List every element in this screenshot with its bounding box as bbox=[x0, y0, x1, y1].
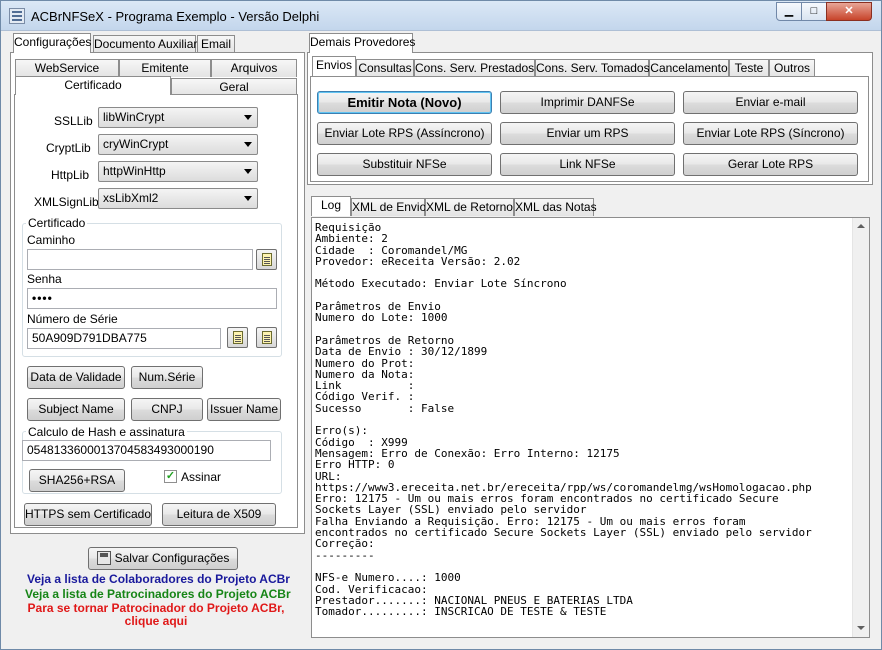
ssllib-select[interactable]: libWinCrypt bbox=[98, 107, 258, 128]
tab-webservice[interactable]: WebService bbox=[15, 59, 119, 77]
app-icon bbox=[9, 8, 25, 24]
tab-teste[interactable]: Teste bbox=[729, 59, 769, 77]
cnpj-button[interactable]: CNPJ bbox=[131, 398, 203, 421]
leitura-x509-button[interactable]: Leitura de X509 bbox=[162, 503, 276, 526]
log-text: Requisição Ambiente: 2 Cidade : Coromand… bbox=[315, 221, 812, 619]
patrocinadores-link[interactable]: Veja a lista de Patrocinadores do Projet… bbox=[25, 587, 291, 601]
scroll-up-icon[interactable] bbox=[857, 224, 865, 228]
numero-serie-input[interactable]: 50A909D791DBA775 bbox=[27, 328, 221, 349]
tab-outros[interactable]: Outros bbox=[769, 59, 815, 77]
httplib-label: HttpLib bbox=[51, 168, 90, 182]
tab-certificado[interactable]: Certificado bbox=[15, 76, 171, 95]
scroll-down-icon[interactable] bbox=[857, 626, 865, 630]
document-icon bbox=[262, 331, 272, 344]
colaboradores-link[interactable]: Veja a lista de Colaboradores do Projeto… bbox=[27, 572, 290, 586]
cryptlib-label: CryptLib bbox=[46, 141, 91, 155]
tab-cons-serv-prestados[interactable]: Cons. Serv. Prestados bbox=[414, 59, 535, 77]
enviar-email-button[interactable]: Enviar e-mail bbox=[683, 91, 858, 114]
enviar-um-rps-button[interactable]: Enviar um RPS bbox=[500, 122, 675, 145]
enviar-lote-rps-assincrono-button[interactable]: Enviar Lote RPS (Assíncrono) bbox=[317, 122, 492, 145]
save-icon bbox=[97, 551, 111, 565]
xmlsignlib-label: XMLSignLib bbox=[34, 195, 99, 209]
chevron-down-icon bbox=[244, 115, 252, 120]
chevron-down-icon bbox=[244, 169, 252, 174]
close-button[interactable]: ✕ bbox=[826, 2, 872, 21]
xmlsignlib-value: xsLibXml2 bbox=[103, 191, 159, 205]
salvar-configuracoes-button[interactable]: Salvar Configurações bbox=[88, 547, 238, 570]
tab-cons-serv-tomados[interactable]: Cons. Serv. Tomados bbox=[535, 59, 650, 77]
cryptlib-select[interactable]: cryWinCrypt bbox=[98, 134, 258, 155]
sha256-rsa-button[interactable]: SHA256+RSA bbox=[29, 469, 125, 492]
tab-email[interactable]: Email bbox=[197, 35, 235, 53]
salvar-configuracoes-label: Salvar Configurações bbox=[114, 551, 230, 565]
tab-demais-provedores[interactable]: Demais Provedores bbox=[309, 33, 415, 53]
senha-input[interactable]: •••• bbox=[27, 288, 277, 309]
chevron-down-icon bbox=[244, 142, 252, 147]
tab-consultas[interactable]: Consultas bbox=[356, 59, 414, 77]
caminho-input[interactable] bbox=[27, 249, 253, 270]
main-window: ACBrNFSeX - Programa Exemplo - Versão De… bbox=[0, 0, 882, 650]
tab-log[interactable]: Log bbox=[311, 196, 351, 216]
link-nfse-button[interactable]: Link NFSe bbox=[500, 153, 675, 176]
tab-emitente[interactable]: Emitente bbox=[119, 59, 211, 77]
caminho-label: Caminho bbox=[27, 233, 76, 247]
tab-xml-envio[interactable]: XML de Envio bbox=[351, 198, 426, 216]
hash-group-title: Calculo de Hash e assinatura bbox=[26, 425, 187, 439]
emitir-nota-button[interactable]: Emitir Nota (Novo) bbox=[317, 91, 492, 114]
numero-serie-label: Número de Série bbox=[27, 312, 118, 326]
log-scrollbar[interactable] bbox=[852, 218, 869, 637]
select-serial-button[interactable] bbox=[227, 327, 248, 348]
chevron-down-icon bbox=[244, 196, 252, 201]
window-title: ACBrNFSeX - Programa Exemplo - Versão De… bbox=[31, 9, 320, 24]
issuer-name-button[interactable]: Issuer Name bbox=[207, 398, 281, 421]
document-icon bbox=[262, 253, 272, 266]
https-sem-certificado-button[interactable]: HTTPS sem Certificado bbox=[24, 503, 152, 526]
httplib-value: httpWinHttp bbox=[103, 164, 166, 178]
browse-certificate-button[interactable] bbox=[256, 249, 277, 270]
ssllib-label: SSLLib bbox=[54, 114, 93, 128]
httplib-select[interactable]: httpWinHttp bbox=[98, 161, 258, 182]
substituir-nfse-button[interactable]: Substituir NFSe bbox=[317, 153, 492, 176]
data-validade-button[interactable]: Data de Validade bbox=[27, 366, 125, 389]
gerar-lote-rps-button[interactable]: Gerar Lote RPS bbox=[683, 153, 858, 176]
tab-xml-notas[interactable]: XML das Notas bbox=[514, 198, 597, 216]
minimize-button[interactable]: ▁ bbox=[776, 2, 802, 21]
hash-input[interactable]: 05481336000137045834930001​90 bbox=[22, 440, 271, 461]
click-here-link[interactable]: clique aqui bbox=[27, 614, 285, 628]
imprimir-danfse-button[interactable]: Imprimir DANFSe bbox=[500, 91, 675, 114]
assinar-label: Assinar bbox=[181, 470, 222, 484]
tab-arquivos[interactable]: Arquivos bbox=[211, 59, 297, 77]
certificado-group-title: Certificado bbox=[26, 216, 88, 230]
subject-name-button[interactable]: Subject Name bbox=[27, 398, 125, 421]
cryptlib-value: cryWinCrypt bbox=[103, 137, 169, 151]
maximize-button[interactable]: □ bbox=[801, 2, 827, 21]
enviar-lote-rps-sincrono-button[interactable]: Enviar Lote RPS (Síncrono) bbox=[683, 122, 858, 145]
tab-documento-auxiliar[interactable]: Documento Auxiliar bbox=[93, 35, 197, 53]
assinar-checkbox[interactable]: ✓ bbox=[164, 470, 177, 483]
ssllib-value: libWinCrypt bbox=[103, 110, 165, 124]
num-serie-button[interactable]: Num.Série bbox=[131, 366, 203, 389]
tab-configuracoes[interactable]: Configurações bbox=[13, 33, 91, 53]
log-textarea[interactable]: Requisição Ambiente: 2 Cidade : Coromand… bbox=[311, 217, 870, 638]
tab-envios[interactable]: Envios bbox=[312, 56, 356, 76]
tab-xml-retorno[interactable]: XML de Retorno bbox=[425, 198, 514, 216]
title-bar[interactable]: ACBrNFSeX - Programa Exemplo - Versão De… bbox=[1, 1, 881, 31]
become-sponsor-link[interactable]: Para se tornar Patrocinador do Projeto A… bbox=[27, 601, 285, 615]
xmlsignlib-select[interactable]: xsLibXml2 bbox=[98, 188, 258, 209]
serial-info-button[interactable] bbox=[256, 327, 277, 348]
document-icon bbox=[233, 331, 243, 344]
tab-cancelamento[interactable]: Cancelamento bbox=[649, 59, 729, 77]
senha-label: Senha bbox=[27, 272, 62, 286]
